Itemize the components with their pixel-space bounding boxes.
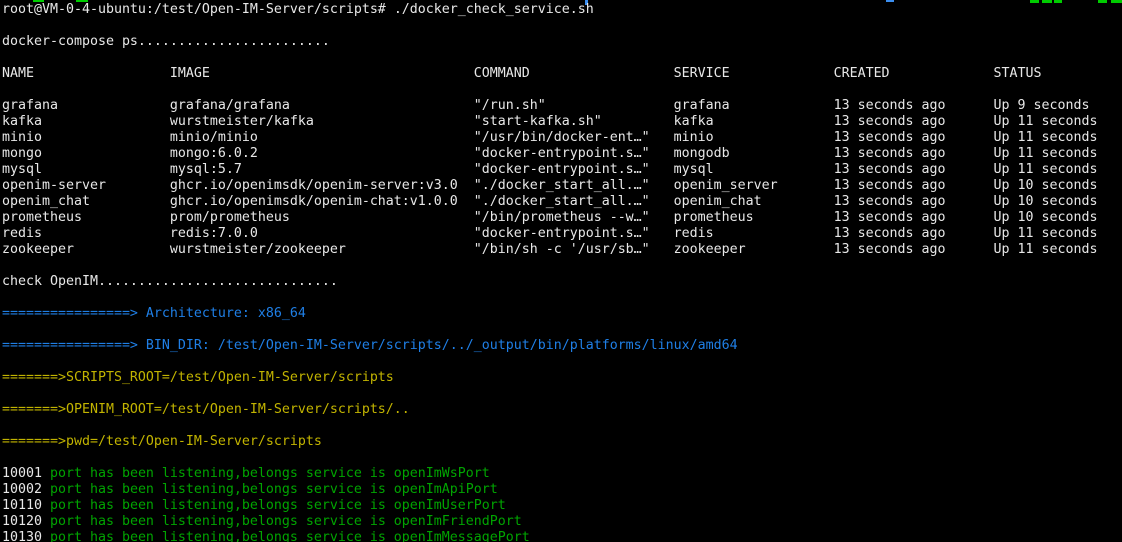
openim-root-line: =======>OPENIM_ROOT=/test/Open-IM-Server… [2, 402, 1122, 418]
shell-prompt: root@VM-0-4-ubuntu:/test/Open-IM-Server/… [2, 2, 386, 17]
entered-command: ./docker_check_service.sh [394, 2, 594, 17]
port-message: port has been listening,belongs service … [50, 514, 522, 529]
table-row: mysql mysql:5.7 "docker-entrypoint.s…" m… [2, 162, 1122, 178]
table-row: redis redis:7.0.0 "docker-entrypoint.s…"… [2, 226, 1122, 242]
check-openim-line: check OpenIM............................… [2, 274, 1122, 290]
docker-compose-status-line: docker-compose ps.......................… [2, 34, 1122, 50]
table-row: kafka wurstmeister/kafka "start-kafka.sh… [2, 114, 1122, 130]
port-message: port has been listening,belongs service … [50, 466, 490, 481]
table-header: NAME IMAGE COMMAND SERVICE CREATED STATU… [2, 66, 1122, 82]
table-row: openim_chat ghcr.io/openimsdk/openim-cha… [2, 194, 1122, 210]
table-row: minio minio/minio "/usr/bin/docker-ent…"… [2, 130, 1122, 146]
port-status-line: 10002 port has been listening,belongs se… [2, 482, 1122, 498]
port-message: port has been listening,belongs service … [50, 482, 498, 497]
bin-dir-line: ================> BIN_DIR: /test/Open-IM… [2, 338, 1122, 354]
port-status-line: 10001 port has been listening,belongs se… [2, 466, 1122, 482]
container-port-lines: 10001 port has been listening,belongs se… [2, 466, 1122, 542]
terminal-window[interactable]: root@VM-0-4-ubuntu:/test/Open-IM-Server/… [0, 0, 1122, 542]
container-table: grafana grafana/grafana "/run.sh" grafan… [2, 98, 1122, 258]
port-message: port has been listening,belongs service … [50, 498, 506, 513]
table-row: zookeeper wurstmeister/zookeeper "/bin/s… [2, 242, 1122, 258]
port-status-line: 10130 port has been listening,belongs se… [2, 530, 1122, 542]
pwd-line: =======>pwd=/test/Open-IM-Server/scripts [2, 434, 1122, 450]
port-status-line: 10120 port has been listening,belongs se… [2, 514, 1122, 530]
port-number: 10001 [2, 466, 50, 481]
table-row: mongo mongo:6.0.2 "docker-entrypoint.s…"… [2, 146, 1122, 162]
port-status-line: 10110 port has been listening,belongs se… [2, 498, 1122, 514]
port-number: 10110 [2, 498, 50, 513]
table-row: grafana grafana/grafana "/run.sh" grafan… [2, 98, 1122, 114]
table-row: openim-server ghcr.io/openimsdk/openim-s… [2, 178, 1122, 194]
architecture-line: ================> Architecture: x86_64 [2, 306, 1122, 322]
port-number: 10130 [2, 530, 50, 542]
port-number: 10002 [2, 482, 50, 497]
port-message: port has been listening,belongs service … [50, 530, 530, 542]
prompt-line: root@VM-0-4-ubuntu:/test/Open-IM-Server/… [2, 2, 1122, 18]
scripts-root-line: =======>SCRIPTS_ROOT=/test/Open-IM-Serve… [2, 370, 1122, 386]
port-number: 10120 [2, 514, 50, 529]
table-row: prometheus prom/prometheus "/bin/prometh… [2, 210, 1122, 226]
terminal-output: root@VM-0-4-ubuntu:/test/Open-IM-Server/… [2, 2, 1122, 542]
